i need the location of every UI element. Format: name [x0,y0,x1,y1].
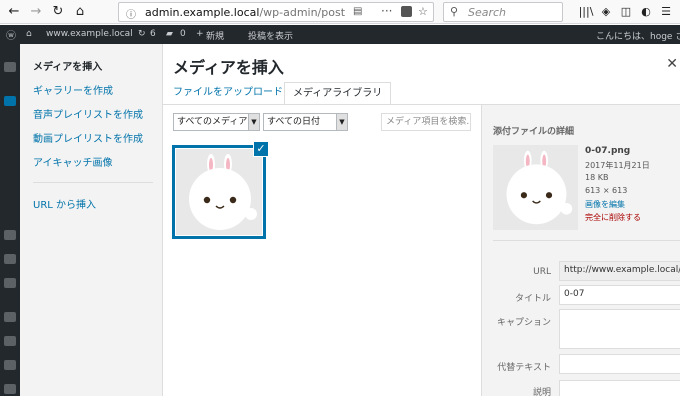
wp-admin-menu [0,44,20,396]
home-icon[interactable]: ⌂ [72,4,88,20]
details-heading: 添付ファイルの詳細 [493,127,575,137]
search-icon: ⚲ [450,5,459,18]
library-icon[interactable]: |||\ [578,4,594,20]
date-filter[interactable]: すべての日付 ▼ [263,113,348,131]
comments-count[interactable]: 0 [180,29,186,39]
alt-text-field[interactable] [559,354,680,374]
tab-upload-files[interactable]: ファイルをアップロード [165,82,291,105]
checkmark-icon[interactable]: ✓ [253,141,269,157]
date-filter-value: すべての日付 [267,117,321,127]
media-modal-main: メディアを挿入 ✕ ファイルをアップロード メディアライブラリ すべてのメディア… [163,44,680,398]
delete-permanently-link[interactable]: 完全に削除する [585,212,641,223]
menu-separator [33,182,153,183]
details-thumbnail [493,145,578,230]
details-dimensions: 613 × 613 [585,186,628,195]
browser-toolbar: ← → ↻ ⌂ ⓘ admin.example.local/wp-admin/p… [0,0,680,24]
new-content-link[interactable]: 新規 [206,29,224,42]
reload-icon[interactable]: ↻ [50,4,66,20]
search-placeholder: Search [468,6,507,19]
url-field[interactable]: http://www.example.local/im [559,261,680,281]
caption-label: キャプション [496,318,551,328]
address-bar[interactable]: ⓘ admin.example.local/wp-admin/post ▤ ··… [118,2,434,22]
chevron-down-icon: ▼ [336,114,347,130]
menu-icon[interactable]: ☰ [658,4,674,20]
sidebar-icon[interactable]: ◫ [618,4,634,20]
description-label: 説明 [532,388,551,398]
posts-icon[interactable] [4,96,16,106]
bunny-image [189,154,257,230]
new-content-icon[interactable]: + [196,29,204,39]
back-icon[interactable]: ← [6,4,22,20]
alt-text-label: 代替テキスト [497,363,551,373]
tab-media-library[interactable]: メディアライブラリ [284,82,392,105]
wordpress-logo-icon[interactable]: ⓦ [6,27,16,42]
edit-image-link[interactable]: 画像を編集 [585,199,625,210]
media-search-input[interactable]: メディア項目を検索... [381,113,471,131]
view-post-link[interactable]: 投稿を表示 [248,29,293,42]
caption-field[interactable] [559,309,680,349]
pages-icon[interactable] [4,254,16,264]
comments-icon[interactable] [4,278,16,288]
plugins-icon[interactable] [4,336,16,346]
title-field[interactable]: 0-07 [559,285,680,305]
pocket-icon[interactable] [401,6,412,17]
attachment-details: 添付ファイルの詳細 0-07.png 2017年11月21日 18 KB 613… [481,105,680,398]
chevron-down-icon: ▼ [248,114,259,130]
details-filesize: 18 KB [585,173,609,182]
tools-icon[interactable] [4,384,16,394]
menu-featured-image[interactable]: アイキャッチ画像 [33,154,113,169]
extension-icon[interactable]: ◈ [598,4,614,20]
media-type-filter[interactable]: すべてのメディア ▼ [173,113,260,131]
wp-admin-bar: ⓦ ⌂ www.example.local ↻ 6 ▰ 0 + 新規 投稿を表示… [0,25,680,44]
browser-search[interactable]: ⚲ Search [443,2,563,22]
updates-count[interactable]: 6 [150,29,156,39]
media-search-placeholder: メディア項目を検索... [386,117,471,127]
modal-title: メディアを挿入 [173,58,284,77]
menu-create-video-playlist[interactable]: 動画プレイリストを作成 [33,130,143,145]
bunny-image [506,150,573,225]
appearance-icon[interactable] [4,312,16,322]
media-type-filter-value: すべてのメディア [177,117,248,127]
users-icon[interactable] [4,360,16,370]
updates-icon[interactable]: ↻ [138,29,146,39]
url-label: URL [533,267,551,277]
menu-create-audio-playlist[interactable]: 音声プレイリストを作成 [33,106,143,121]
title-field-value: 0-07 [564,289,585,299]
url-field-value: http://www.example.local/im [564,265,680,275]
home-icon[interactable]: ⌂ [26,29,32,39]
details-filename: 0-07.png [585,146,631,156]
reader-view-icon[interactable]: ▤ [353,6,362,17]
menu-insert-from-url[interactable]: URL から挿入 [33,196,96,211]
user-greeting[interactable]: こんにちは、hoge さ [596,29,680,42]
info-icon[interactable]: ⓘ [126,6,136,21]
page-actions-icon[interactable]: ··· [381,4,392,18]
menu-create-gallery[interactable]: ギャラリーを作成 [33,82,113,97]
menu-insert-media[interactable]: メディアを挿入 [33,58,102,73]
description-field[interactable] [559,380,680,396]
details-date: 2017年11月21日 [585,161,650,170]
close-icon[interactable]: ✕ [666,56,678,72]
title-label: タイトル [514,294,551,304]
site-name-link[interactable]: www.example.local [46,29,133,39]
dashboard-icon[interactable] [4,62,16,72]
media-icon[interactable] [4,230,16,240]
account-icon[interactable]: ◐ [638,4,654,20]
url-text: admin.example.local/wp-admin/post [145,6,346,19]
comments-icon[interactable]: ▰ [166,29,173,39]
bookmark-star-icon[interactable]: ☆ [418,5,428,18]
forward-icon[interactable]: → [28,4,44,20]
details-separator [493,240,680,241]
attachment-thumbnail[interactable] [172,145,266,239]
media-modal-menu: メディアを挿入 ギャラリーを作成 音声プレイリストを作成 動画プレイリストを作成… [20,44,163,396]
attachments-browser: すべてのメディア ▼ すべての日付 ▼ メディア項目を検索... ✓ [163,105,481,396]
